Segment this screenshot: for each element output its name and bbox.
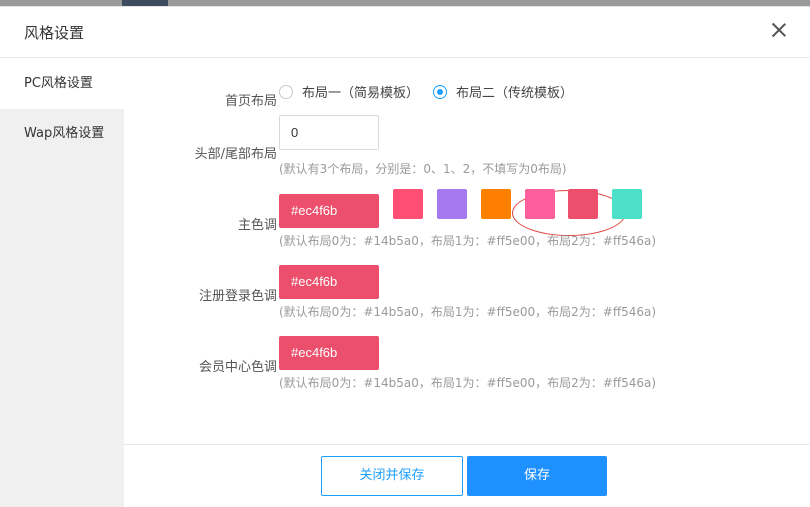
member-color-hint: (默认布局0为：#14b5a0，布局1为：#ff5e00，布局2为：#ff546… bbox=[279, 376, 657, 390]
dialog-header: 风格设置 bbox=[0, 7, 810, 58]
sidebar-item-wap-style[interactable]: Wap风格设置 bbox=[0, 109, 124, 159]
radio-layout-two[interactable]: 布局二（传统模板） bbox=[433, 82, 573, 101]
color-swatch[interactable] bbox=[612, 189, 642, 219]
radio-layout-one[interactable]: 布局一（简易模板） bbox=[279, 82, 419, 101]
main-color-hint: (默认布局0为：#14b5a0，布局1为：#ff5e00，布局2为：#ff546… bbox=[279, 234, 657, 248]
header-footer-hint: (默认有3个布局，分别是：0、1、2，不填写为0布局) bbox=[279, 162, 567, 176]
member-color-label: 会员中心色调 bbox=[198, 360, 277, 375]
dialog-footer: 关闭并保存 保存 bbox=[124, 444, 810, 507]
header-footer-layout-label: 头部/尾部布局 bbox=[194, 147, 277, 162]
save-button[interactable]: 保存 bbox=[467, 456, 607, 496]
color-swatch[interactable] bbox=[481, 189, 511, 219]
main-color-label: 主色调 bbox=[237, 218, 277, 233]
radio-layout-one-label: 布局一（简易模板） bbox=[302, 86, 420, 101]
style-settings-dialog: 风格设置 PC风格设置 Wap风格设置 首页布局 布局一（简易模板） 布局二（传… bbox=[0, 6, 810, 507]
sidebar-item-pc-style[interactable]: PC风格设置 bbox=[0, 59, 124, 109]
color-swatch[interactable] bbox=[568, 189, 598, 219]
homepage-layout-label: 首页布局 bbox=[224, 94, 277, 109]
radio-checked-icon bbox=[433, 84, 448, 99]
header-footer-layout-input[interactable] bbox=[279, 115, 379, 150]
layout-radio-group: 布局一（简易模板） 布局二（传统模板） bbox=[279, 82, 587, 101]
register-color-hint: (默认布局0为：#14b5a0，布局1为：#ff5e00，布局2为：#ff546… bbox=[279, 305, 657, 319]
dialog-title: 风格设置 bbox=[24, 24, 85, 42]
color-swatch[interactable] bbox=[393, 189, 423, 219]
radio-layout-two-label: 布局二（传统模板） bbox=[456, 86, 574, 101]
register-color-value[interactable]: #ec4f6b bbox=[279, 265, 379, 299]
radio-circle-icon bbox=[279, 84, 293, 99]
main-color-value[interactable]: #ec4f6b bbox=[279, 194, 379, 228]
close-and-save-button[interactable]: 关闭并保存 bbox=[321, 456, 463, 496]
color-swatch[interactable] bbox=[437, 189, 467, 219]
register-color-label: 注册登录色调 bbox=[198, 289, 277, 304]
close-icon[interactable] bbox=[770, 21, 788, 39]
settings-form: 首页布局 布局一（简易模板） 布局二（传统模板） 头部/尾部布局 (默认有3个布… bbox=[124, 59, 810, 507]
sidebar: PC风格设置 Wap风格设置 bbox=[0, 59, 124, 507]
color-swatch[interactable] bbox=[525, 189, 555, 219]
member-color-value[interactable]: #ec4f6b bbox=[279, 336, 379, 370]
